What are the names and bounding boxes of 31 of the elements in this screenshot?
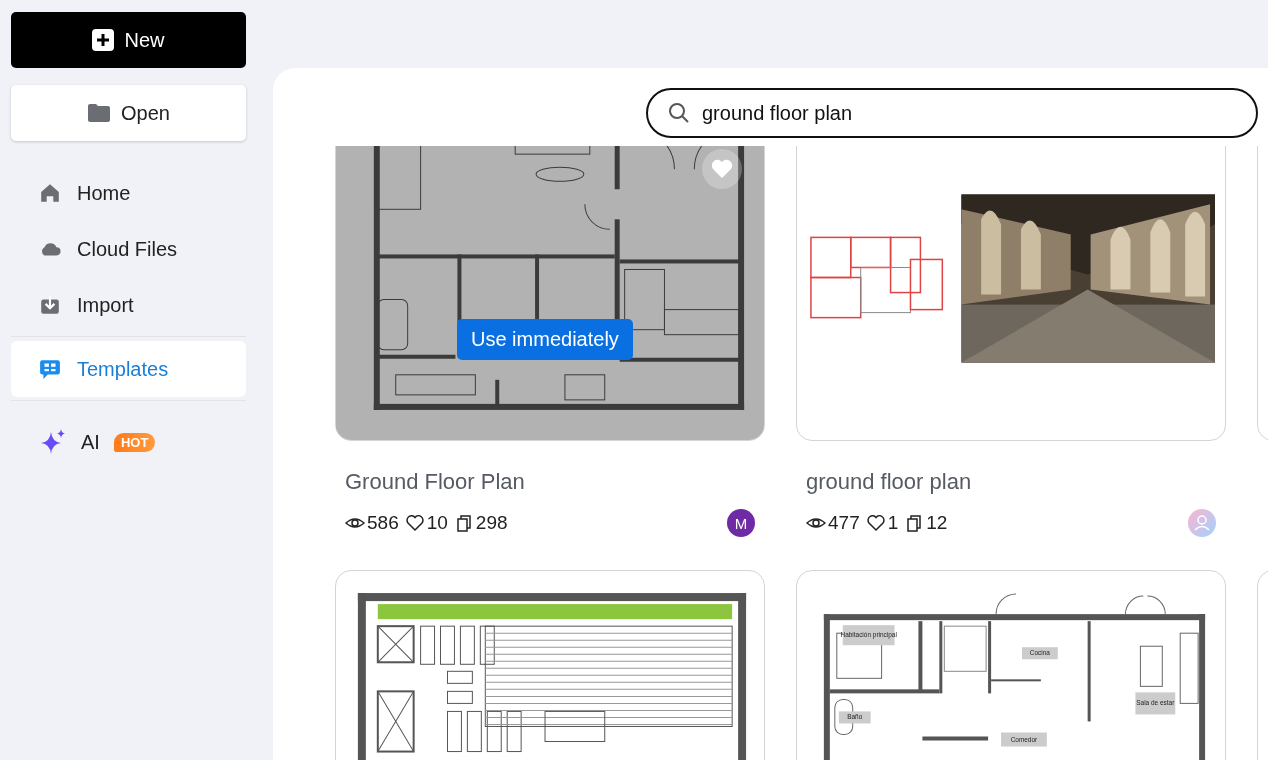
nav-item[interactable]: Templates (11, 341, 246, 397)
copy-count: 298 (475, 512, 508, 534)
templates-icon (39, 358, 61, 380)
like-count: 1 (887, 512, 899, 534)
nav-item[interactable]: Import (11, 277, 246, 333)
nav-item[interactable]: Home (11, 165, 246, 221)
view-count: 586 (367, 512, 399, 534)
avatar[interactable]: M (727, 509, 755, 537)
heart-icon (711, 159, 733, 179)
import-icon (39, 294, 61, 316)
like-count: 10 (426, 512, 448, 534)
view-count: 477 (828, 512, 860, 534)
nav-item[interactable]: Cloud Files (11, 221, 246, 277)
use-immediately-button[interactable]: Use immediately (457, 319, 633, 360)
nav-item[interactable]: AI (81, 430, 100, 454)
open-button[interactable]: Open (11, 85, 246, 141)
template-title: ground floor plan (806, 469, 973, 495)
heart-icon (865, 513, 886, 533)
search-field[interactable]: ground floor plan (646, 88, 1258, 138)
favorite-button[interactable] (702, 149, 742, 189)
template-thumbnail[interactable] (796, 146, 1226, 441)
hot-badge: HOT (113, 432, 156, 452)
template-thumbnail[interactable]: Use immediately (335, 146, 765, 441)
home-icon (39, 182, 61, 204)
template-title: Ground Floor Plan (345, 469, 526, 495)
plus-icon (92, 29, 115, 51)
search-icon (668, 102, 690, 124)
new-button[interactable]: New (11, 12, 246, 68)
copy-count: 12 (926, 512, 948, 534)
folder-icon (87, 103, 112, 123)
heart-icon (404, 513, 425, 533)
